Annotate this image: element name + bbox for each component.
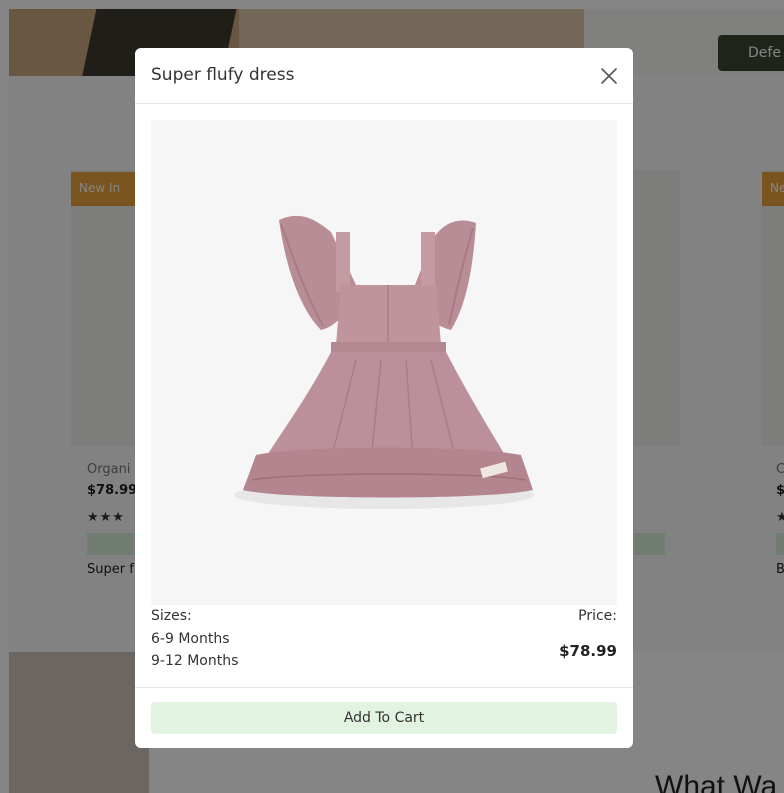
modal-footer: Add To Cart [135, 687, 633, 748]
modal-header: Super flufy dress [135, 48, 633, 104]
sizes-label: Sizes: [151, 608, 192, 624]
close-icon[interactable] [597, 64, 621, 88]
product-quick-view-modal: Super flufy dress Sizes: 6-9 Months 9-12… [135, 48, 633, 748]
modal-title: Super flufy dress [151, 65, 295, 85]
dress-image-icon [151, 120, 617, 605]
add-to-cart-button[interactable]: Add To Cart [151, 702, 617, 734]
product-image [151, 120, 617, 605]
size-option-9-12-months[interactable]: 9-12 Months [151, 653, 238, 669]
price-value: $78.99 [559, 642, 617, 660]
size-option-6-9-months[interactable]: 6-9 Months [151, 631, 230, 647]
price-label: Price: [578, 608, 617, 624]
